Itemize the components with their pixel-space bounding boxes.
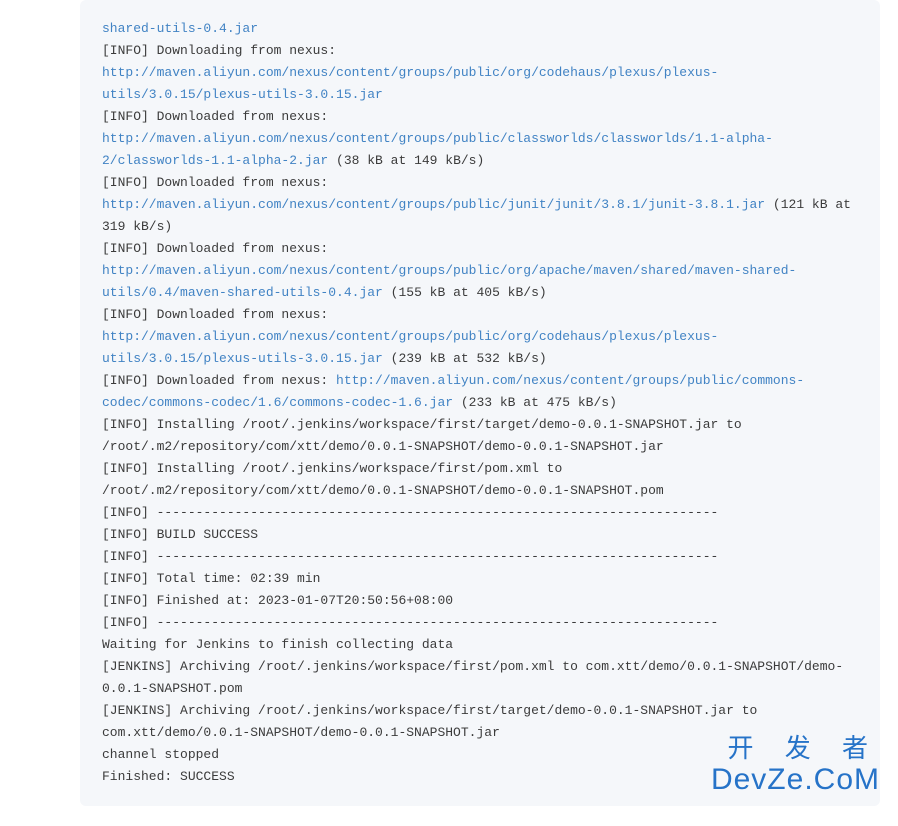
console-line: [INFO] Downloading from nexus: — [102, 40, 858, 62]
console-text: [INFO] Downloaded from nexus: — [102, 109, 328, 124]
console-text: [INFO] Downloading from nexus: — [102, 43, 336, 58]
console-line: http://maven.aliyun.com/nexus/content/gr… — [102, 62, 858, 106]
console-line: [INFO] ---------------------------------… — [102, 546, 858, 568]
console-line: [INFO] Downloaded from nexus: http://mav… — [102, 172, 858, 238]
console-text: (239 kB at 532 kB/s) — [383, 351, 547, 366]
console-line: Waiting for Jenkins to finish collecting… — [102, 634, 858, 656]
console-text: [INFO] Finished at: 2023-01-07T20:50:56+… — [102, 593, 453, 608]
console-text: [JENKINS] Archiving /root/.jenkins/works… — [102, 703, 757, 740]
console-line: [INFO] Downloaded from nexus: — [102, 106, 858, 128]
console-text: [INFO] Downloaded from nexus: — [102, 373, 336, 388]
console-line: Finished: SUCCESS — [102, 766, 858, 788]
console-text: [INFO] Downloaded from nexus: — [102, 175, 328, 190]
console-line: [INFO] Installing /root/.jenkins/workspa… — [102, 458, 858, 502]
console-text: Finished: SUCCESS — [102, 769, 235, 784]
console-link[interactable]: http://maven.aliyun.com/nexus/content/gr… — [102, 197, 765, 212]
console-text: [INFO] BUILD SUCCESS — [102, 527, 258, 542]
console-line: shared-utils-0.4.jar — [102, 18, 858, 40]
console-text: (155 kB at 405 kB/s) — [383, 285, 547, 300]
console-line: http://maven.aliyun.com/nexus/content/gr… — [102, 326, 858, 370]
console-text: [JENKINS] Archiving /root/.jenkins/works… — [102, 659, 843, 696]
console-line: [INFO] Installing /root/.jenkins/workspa… — [102, 414, 858, 458]
console-text: [INFO] ---------------------------------… — [102, 549, 718, 564]
console-line: [JENKINS] Archiving /root/.jenkins/works… — [102, 700, 858, 744]
console-line: [INFO] Downloaded from nexus: http://mav… — [102, 370, 858, 414]
console-line: [INFO] BUILD SUCCESS — [102, 524, 858, 546]
console-text: [INFO] ---------------------------------… — [102, 505, 718, 520]
console-text: (38 kB at 149 kB/s) — [328, 153, 484, 168]
console-line: [INFO] Finished at: 2023-01-07T20:50:56+… — [102, 590, 858, 612]
console-text: [INFO] Installing /root/.jenkins/workspa… — [102, 417, 742, 454]
console-line: [INFO] ---------------------------------… — [102, 502, 858, 524]
console-line: [INFO] Downloaded from nexus: — [102, 304, 858, 326]
console-text: [INFO] Downloaded from nexus: — [102, 307, 328, 322]
console-line: http://maven.aliyun.com/nexus/content/gr… — [102, 260, 858, 304]
console-line: [INFO] Total time: 02:39 min — [102, 568, 858, 590]
console-line: [JENKINS] Archiving /root/.jenkins/works… — [102, 656, 858, 700]
console-line: http://maven.aliyun.com/nexus/content/gr… — [102, 128, 858, 172]
console-text: [INFO] Installing /root/.jenkins/workspa… — [102, 461, 664, 498]
console-text: (233 kB at 475 kB/s) — [453, 395, 617, 410]
console-link[interactable]: shared-utils-0.4.jar — [102, 21, 258, 36]
console-line: [INFO] Downloaded from nexus: — [102, 238, 858, 260]
console-output: shared-utils-0.4.jar [INFO] Downloading f… — [80, 0, 880, 806]
console-line: channel stopped — [102, 744, 858, 766]
console-text: Waiting for Jenkins to finish collecting… — [102, 637, 453, 652]
console-text: [INFO] Total time: 02:39 min — [102, 571, 320, 586]
console-text: [INFO] ---------------------------------… — [102, 615, 718, 630]
console-line: [INFO] ---------------------------------… — [102, 612, 858, 634]
console-link[interactable]: http://maven.aliyun.com/nexus/content/gr… — [102, 65, 718, 102]
console-text: [INFO] Downloaded from nexus: — [102, 241, 328, 256]
console-text: channel stopped — [102, 747, 219, 762]
